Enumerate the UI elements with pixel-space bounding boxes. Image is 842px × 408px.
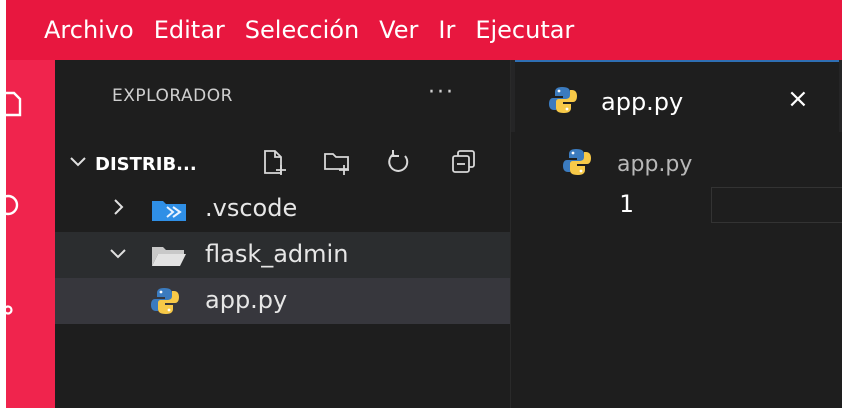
menu-editar[interactable]: Editar (154, 16, 225, 44)
menu-ir[interactable]: Ir (438, 16, 455, 44)
chevron-right-icon (114, 199, 124, 215)
new-folder-icon[interactable] (323, 148, 351, 176)
menu-ver[interactable]: Ver (379, 16, 418, 44)
source-control-icon[interactable] (6, 296, 26, 324)
menu-archivo[interactable]: Archivo (44, 16, 134, 44)
tree-item-flask-admin[interactable]: flask_admin (55, 232, 510, 278)
app-window: Archivo Editar Selección Ver Ir Ejecutar… (0, 0, 842, 408)
explorer-sidebar: EXPLORADOR ··· DISTRIB... .vscode flask_… (55, 60, 510, 408)
line-number: 1 (619, 190, 634, 218)
tree-item-vscode[interactable]: .vscode (55, 186, 510, 232)
tab-bar: app.py × (511, 60, 842, 134)
workspace-root-row[interactable]: DISTRIB... (55, 140, 510, 186)
python-icon (563, 149, 591, 175)
vscode-folder-icon (152, 201, 186, 221)
workspace-root-label: DISTRIB... (95, 154, 197, 175)
collapse-all-icon[interactable] (450, 148, 478, 176)
activity-bar (6, 60, 55, 408)
menu-ejecutar[interactable]: Ejecutar (475, 16, 574, 44)
refresh-icon[interactable] (385, 148, 413, 176)
code-line[interactable] (711, 187, 842, 223)
python-icon (549, 87, 577, 113)
tree-item-app-py[interactable]: app.py (55, 278, 510, 324)
tab-app-py[interactable]: app.py × (515, 60, 839, 134)
chevron-down-icon (110, 249, 126, 259)
close-icon[interactable]: × (787, 84, 809, 114)
search-icon[interactable] (6, 193, 26, 221)
tree-item-label: .vscode (205, 194, 298, 222)
tree-item-label: flask_admin (205, 240, 349, 268)
chevron-down-icon (70, 157, 86, 167)
more-actions-button[interactable]: ··· (428, 80, 455, 105)
tree-item-label: app.py (205, 286, 288, 314)
menu-seleccion[interactable]: Selección (245, 16, 359, 44)
new-file-icon[interactable] (260, 148, 288, 176)
editor-area: app.py × app.py 1 (510, 60, 842, 408)
folder-open-icon (152, 247, 186, 266)
menu-bar: Archivo Editar Selección Ver Ir Ejecutar (6, 0, 842, 60)
python-icon (151, 288, 179, 314)
breadcrumb[interactable]: app.py (617, 152, 692, 177)
explorer-title: EXPLORADOR (112, 86, 233, 106)
tab-label: app.py (601, 88, 684, 116)
files-icon[interactable] (6, 90, 26, 118)
